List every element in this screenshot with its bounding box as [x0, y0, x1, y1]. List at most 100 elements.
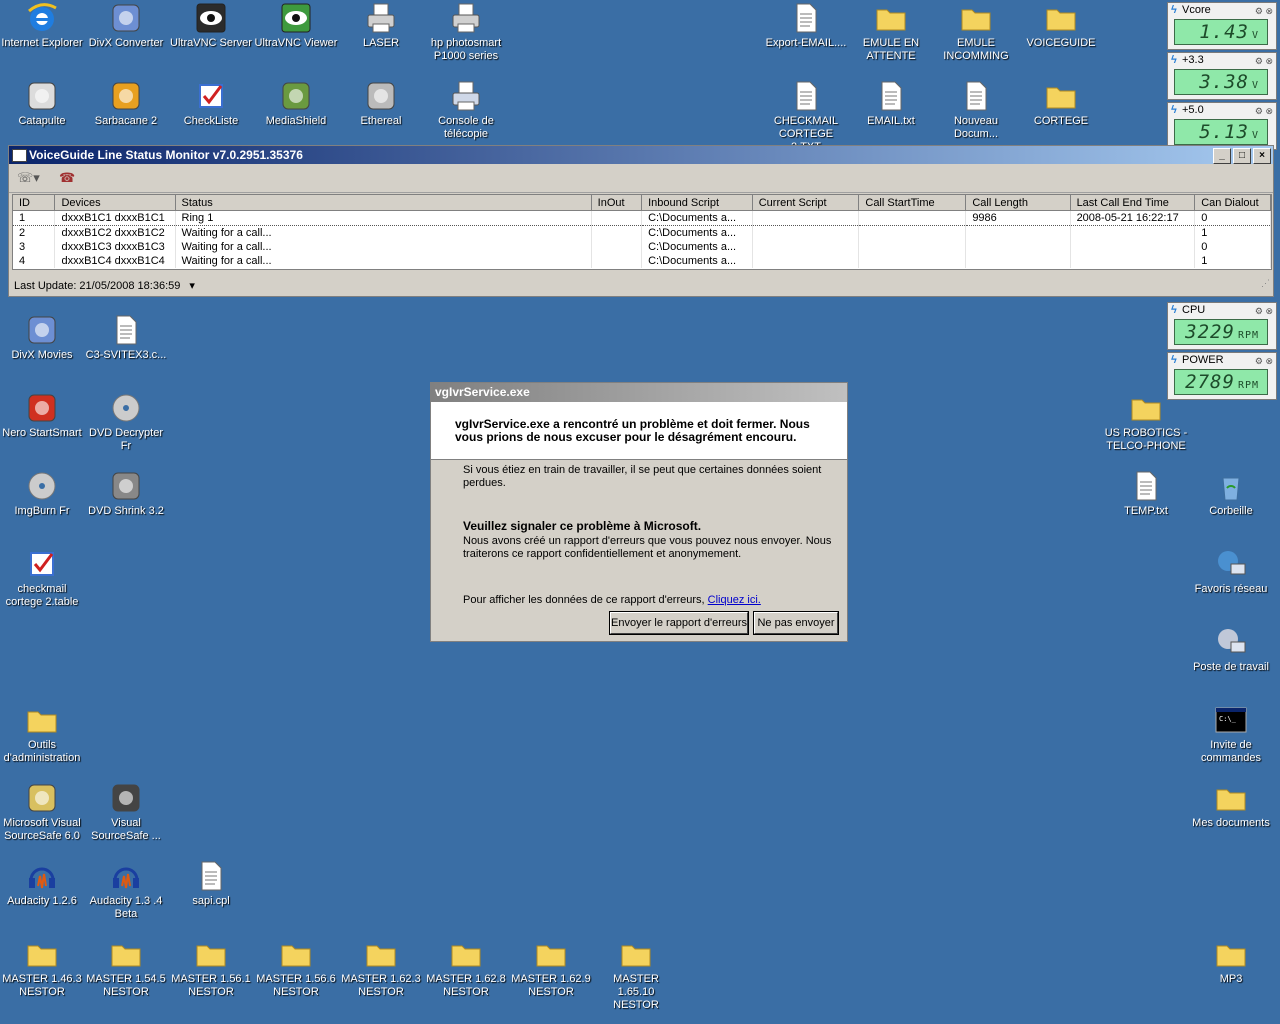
icon-catapulte[interactable]: Catapulte: [0, 80, 84, 128]
dont-send-button[interactable]: Ne pas envoyer: [753, 611, 839, 635]
gadget-close-icon[interactable]: ⚙ ⊗: [1255, 104, 1273, 118]
minimize-button[interactable]: _: [1213, 148, 1231, 164]
icon-ms-visual-sourcesafe[interactable]: Microsoft Visual SourceSafe 6.0: [0, 782, 84, 843]
icon-divx-converter[interactable]: DivX Converter: [84, 2, 168, 50]
column-header[interactable]: Status: [175, 195, 592, 211]
icon-corbeille[interactable]: Corbeille: [1189, 470, 1273, 518]
icon-dvd-shrink[interactable]: DVD Shrink 3.2: [84, 470, 168, 518]
icon-c3-svitex[interactable]: C3-SVITEX3.c...: [84, 314, 168, 362]
gadget-power-fan[interactable]: ϟ POWER ⚙ ⊗ 2789 RPM: [1167, 352, 1277, 400]
window-titlebar[interactable]: VoiceGuide Line Status Monitor v7.0.2951…: [9, 146, 1273, 164]
icon-label: MASTER 1.56.6 NESTOR: [256, 973, 336, 998]
column-header[interactable]: Current Script: [752, 195, 860, 211]
icon-nouveau-document[interactable]: Nouveau Docum...: [934, 80, 1018, 141]
icon-checkliste[interactable]: CheckListe: [169, 80, 253, 128]
table-row[interactable]: 2 dxxxB1C2 dxxxB1C2 Waiting for a call... C…: [13, 225, 1271, 240]
icon-master-1629[interactable]: MASTER 1.62.9 NESTOR: [509, 938, 593, 999]
column-header[interactable]: Devices: [54, 195, 176, 211]
icon-export-email[interactable]: Export-EMAIL....: [764, 2, 848, 50]
table-cell: 1: [1194, 225, 1271, 240]
icon-master-1566[interactable]: MASTER 1.56.6 NESTOR: [254, 938, 338, 999]
icon-emule-incomming[interactable]: EMULE INCOMMING: [934, 2, 1018, 63]
table-row[interactable]: 1 dxxxB1C1 dxxxB1C1 Ring 1 C:\Documents a..…: [13, 210, 1271, 226]
icon-nero-startsmart[interactable]: Nero StartSmart: [0, 392, 84, 440]
column-header[interactable]: Call Length: [965, 195, 1071, 211]
icon-hp-photosmart[interactable]: hp photosmart P1000 series: [424, 2, 508, 63]
icon-ultravnc-server[interactable]: UltraVNC Server: [169, 2, 253, 50]
icon-outils-admin[interactable]: Outils d'administration: [0, 704, 84, 765]
gadget-5v[interactable]: ϟ +5.0 ⚙ ⊗ 5.13 V: [1167, 102, 1277, 150]
icon-master-1623[interactable]: MASTER 1.62.3 NESTOR: [339, 938, 423, 999]
icon-label: MASTER 1.46.3 NESTOR: [2, 973, 82, 998]
icon-imgburn[interactable]: ImgBurn Fr: [0, 470, 84, 518]
maximize-button[interactable]: □: [1233, 148, 1251, 164]
icon-master-1545[interactable]: MASTER 1.54.5 NESTOR: [84, 938, 168, 999]
hangup-icon[interactable]: ☎: [59, 170, 79, 186]
icon-sapi-cpl[interactable]: sapi.cpl: [169, 860, 253, 908]
click-here-link[interactable]: Cliquez ici.: [708, 594, 761, 606]
icon-sarbacane[interactable]: Sarbacane 2: [84, 80, 168, 128]
icon-divx-movies[interactable]: DivX Movies: [0, 314, 84, 362]
icon-mediashield[interactable]: MediaShield: [254, 80, 338, 128]
icon-internet-explorer[interactable]: Internet Explorer: [0, 2, 84, 50]
icon-audacity-134[interactable]: Audacity 1.3 .4 Beta: [84, 860, 168, 921]
column-header[interactable]: InOut: [591, 195, 643, 211]
icon-master-1463[interactable]: MASTER 1.46.3 NESTOR: [0, 938, 84, 999]
icon-temp-txt[interactable]: TEMP.txt: [1104, 470, 1188, 518]
gadget-3v3[interactable]: ϟ +3.3 ⚙ ⊗ 3.38 V: [1167, 52, 1277, 100]
dialog-headline: vgIvrService.exe a rencontré un problème…: [431, 402, 847, 460]
chevron-down-icon[interactable]: ▾: [189, 280, 195, 292]
icon-master-16510[interactable]: MASTER 1.65.10 NESTOR: [594, 938, 678, 1012]
icon-master-1561[interactable]: MASTER 1.56.1 NESTOR: [169, 938, 253, 999]
icon-visual-sourcesafe[interactable]: Visual SourceSafe ...: [84, 782, 168, 843]
table-row[interactable]: 3 dxxxB1C3 dxxxB1C3 Waiting for a call... C…: [13, 240, 1271, 254]
phone-dropdown-icon[interactable]: ☏▾: [17, 170, 40, 186]
icon-email-txt[interactable]: EMAIL.txt: [849, 80, 933, 128]
gadget-close-icon[interactable]: ⚙ ⊗: [1255, 354, 1273, 368]
column-header[interactable]: Call StartTime: [858, 195, 967, 211]
icon-mes-documents[interactable]: Mes documents: [1189, 782, 1273, 830]
icon-dvd-decrypter[interactable]: DVD Decrypter Fr: [84, 392, 168, 453]
icon-label: MP3: [1219, 973, 1243, 985]
gadget-cpu-fan[interactable]: ϟ CPU ⚙ ⊗ 3229 RPM: [1167, 302, 1277, 350]
eye-icon: [280, 2, 312, 34]
disc-icon: [26, 470, 58, 502]
icon-mp3[interactable]: MP3: [1189, 938, 1273, 986]
icon-label: Nouveau Docum...: [953, 115, 999, 140]
column-header[interactable]: Can Dialout: [1194, 195, 1271, 211]
icon-emule-en-attente[interactable]: EMULE EN ATTENTE: [849, 2, 933, 63]
icon-ethereal[interactable]: Ethereal: [339, 80, 423, 128]
icon-label: Sarbacane 2: [94, 115, 158, 127]
column-header[interactable]: Last Call End Time: [1070, 195, 1196, 211]
icon-laser[interactable]: LASER: [339, 2, 423, 50]
resize-grip[interactable]: ⋰: [1261, 273, 1270, 293]
status-bar[interactable]: Last Update: 21/05/2008 18:36:59 ▾ ⋰: [9, 276, 1273, 296]
icon-poste-de-travail[interactable]: Poste de travail: [1189, 626, 1273, 674]
folder-icon: [26, 938, 58, 970]
icon-cortege[interactable]: CORTEGE: [1019, 80, 1103, 128]
gadget-close-icon[interactable]: ⚙ ⊗: [1255, 304, 1273, 318]
icon-invite-commandes[interactable]: C:\_ Invite de commandes: [1189, 704, 1273, 765]
icon-audacity-126[interactable]: Audacity 1.2.6: [0, 860, 84, 908]
column-header[interactable]: Inbound Script: [641, 195, 753, 211]
icon-checkmail-table[interactable]: checkmail cortege 2.table: [0, 548, 84, 609]
gadget-close-icon[interactable]: ⚙ ⊗: [1255, 4, 1273, 18]
icon-ultravnc-viewer[interactable]: UltraVNC Viewer: [254, 2, 338, 50]
icon-favoris-reseau[interactable]: Favoris réseau: [1189, 548, 1273, 596]
app-icon: [280, 80, 312, 112]
column-header[interactable]: ID: [13, 195, 56, 211]
icon-voiceguide[interactable]: VOICEGUIDE: [1019, 2, 1103, 50]
gadget-close-icon[interactable]: ⚙ ⊗: [1255, 54, 1273, 68]
table-cell: [858, 210, 967, 226]
send-report-button[interactable]: Envoyer le rapport d'erreurs: [609, 611, 749, 635]
table-row[interactable]: 4 dxxxB1C4 dxxxB1C4 Waiting for a call... C…: [13, 254, 1271, 268]
icon-checkmail-cortege[interactable]: CHECKMAIL CORTEGE 2.TXT: [764, 80, 848, 154]
dialog-title[interactable]: vgIvrService.exe: [431, 383, 847, 402]
table-cell: 9986: [965, 210, 1071, 226]
icon-us-robotics[interactable]: US ROBOTICS - TELCO-PHONE: [1104, 392, 1188, 453]
icon-master-1628[interactable]: MASTER 1.62.8 NESTOR: [424, 938, 508, 999]
gadget-vcore[interactable]: ϟ Vcore ⚙ ⊗ 1.43 V: [1167, 2, 1277, 50]
close-button[interactable]: ×: [1253, 148, 1271, 164]
error-dialog: vgIvrService.exe vgIvrService.exe a renc…: [430, 382, 848, 642]
icon-console-telecopie[interactable]: Console de télécopie: [424, 80, 508, 141]
